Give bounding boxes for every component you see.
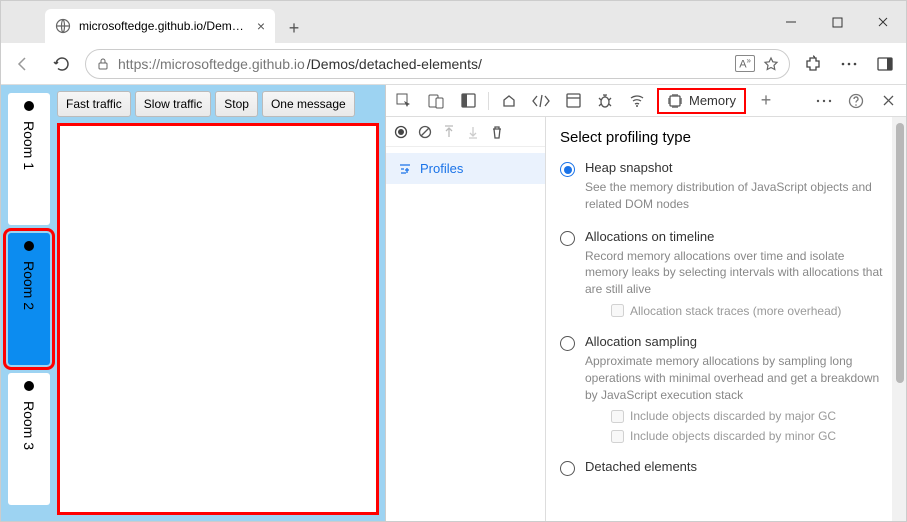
elements-icon[interactable]	[529, 89, 553, 113]
welcome-icon[interactable]	[497, 89, 521, 113]
reading-mode-icon[interactable]: A»	[735, 55, 755, 72]
scrollbar-thumb[interactable]	[896, 123, 904, 383]
status-dot	[24, 381, 34, 391]
devtools-main: Select profiling type Heap snapshot See …	[546, 117, 906, 521]
upload-icon[interactable]	[442, 125, 456, 139]
stop-button[interactable]: Stop	[215, 91, 258, 117]
timeline-checkbox[interactable]: Allocation stack traces (more overhead)	[611, 304, 888, 318]
sampling-minor-checkbox[interactable]: Include objects discarded by minor GC	[611, 429, 888, 443]
extensions-icon[interactable]	[800, 51, 826, 77]
device-icon[interactable]	[424, 89, 448, 113]
sampling-title: Allocation sampling	[585, 334, 888, 349]
back-button[interactable]	[9, 50, 37, 78]
option-heap-snapshot[interactable]: Heap snapshot See the memory distributio…	[560, 160, 888, 213]
profile-toolbar	[386, 117, 545, 147]
profiles-label: Profiles	[420, 161, 463, 176]
bug-icon[interactable]	[593, 89, 617, 113]
url-host: https://microsoftedge.github.io	[118, 56, 305, 72]
dock-icon[interactable]	[456, 89, 480, 113]
download-icon[interactable]	[466, 125, 480, 139]
close-icon[interactable]: ×	[257, 18, 265, 34]
heap-title: Heap snapshot	[585, 160, 888, 175]
devtools-panel: Memory + Profiles	[385, 85, 906, 521]
address-bar[interactable]: https://microsoftedge.github.io/Demos/de…	[85, 49, 790, 79]
traffic-toolbar: Fast traffic Slow traffic Stop One messa…	[57, 91, 379, 117]
refresh-button[interactable]	[47, 50, 75, 78]
room-label: Room 3	[21, 401, 37, 450]
one-message-button[interactable]: One message	[262, 91, 355, 117]
room-1[interactable]: Room 1	[8, 93, 50, 225]
globe-icon	[55, 18, 71, 34]
heap-desc: See the memory distribution of JavaScrip…	[585, 179, 888, 213]
timeline-desc: Record memory allocations over time and …	[585, 248, 888, 298]
address-bar-row: https://microsoftedge.github.io/Demos/de…	[1, 43, 906, 85]
memory-tab[interactable]: Memory	[657, 88, 746, 114]
help-icon[interactable]	[844, 89, 868, 113]
room-label: Room 1	[21, 121, 37, 170]
minimize-button[interactable]	[768, 1, 814, 43]
devtools-tabbar: Memory +	[386, 85, 906, 117]
room-list: Room 1 Room 2 Room 3	[1, 85, 57, 521]
scrollbar-track[interactable]	[892, 117, 906, 521]
inspect-icon[interactable]	[392, 89, 416, 113]
page-area: Room 1 Room 2 Room 3 Fast traffic Slow t…	[1, 85, 385, 521]
devtools-body: Profiles Select profiling type Heap snap…	[386, 117, 906, 521]
radio-detached[interactable]	[560, 461, 575, 476]
window-controls	[768, 1, 906, 43]
page-column: Fast traffic Slow traffic Stop One messa…	[57, 85, 385, 521]
status-dot	[24, 241, 34, 251]
favorite-icon[interactable]	[763, 56, 779, 72]
main-content: Room 1 Room 2 Room 3 Fast traffic Slow t…	[1, 85, 906, 521]
timeline-title: Allocations on timeline	[585, 229, 888, 244]
fast-traffic-button[interactable]: Fast traffic	[57, 91, 131, 117]
devtools-menu-icon[interactable]	[812, 89, 836, 113]
option-detached-elements[interactable]: Detached elements	[560, 459, 888, 478]
room-3[interactable]: Room 3	[8, 373, 50, 505]
close-window-button[interactable]	[860, 1, 906, 43]
menu-icon[interactable]	[836, 51, 862, 77]
slow-traffic-button[interactable]: Slow traffic	[135, 91, 211, 117]
app-icon[interactable]	[561, 89, 585, 113]
status-dot	[24, 101, 34, 111]
profiling-heading: Select profiling type	[560, 129, 888, 146]
delete-icon[interactable]	[490, 125, 504, 139]
sidebar-icon[interactable]	[872, 51, 898, 77]
memory-icon	[667, 93, 683, 109]
room-label: Room 2	[21, 261, 37, 310]
clear-icon[interactable]	[418, 125, 432, 139]
url-path: /Demos/detached-elements/	[307, 56, 482, 72]
option-allocation-sampling[interactable]: Allocation sampling Approximate memory a…	[560, 334, 888, 443]
radio-sampling[interactable]	[560, 336, 575, 351]
maximize-button[interactable]	[814, 1, 860, 43]
devtools-sidebar: Profiles	[386, 117, 546, 521]
record-icon[interactable]	[394, 125, 408, 139]
profiles-item[interactable]: Profiles	[386, 153, 545, 184]
radio-heap[interactable]	[560, 162, 575, 177]
radio-timeline[interactable]	[560, 231, 575, 246]
more-tabs-button[interactable]: +	[754, 89, 778, 113]
network-icon[interactable]	[625, 89, 649, 113]
window-titlebar: microsoftedge.github.io/Demos/c × +	[1, 1, 906, 43]
message-canvas	[57, 123, 379, 515]
close-devtools-icon[interactable]	[876, 89, 900, 113]
memory-tab-label: Memory	[689, 93, 736, 108]
new-tab-button[interactable]: +	[279, 13, 309, 43]
browser-tab[interactable]: microsoftedge.github.io/Demos/c ×	[45, 9, 275, 43]
room-2[interactable]: Room 2	[8, 233, 50, 365]
sampling-desc: Approximate memory allocations by sampli…	[585, 353, 888, 403]
option-allocations-timeline[interactable]: Allocations on timeline Record memory al…	[560, 229, 888, 318]
lock-icon	[96, 57, 110, 71]
tab-title: microsoftedge.github.io/Demos/c	[79, 19, 249, 33]
filter-icon	[398, 162, 412, 176]
detached-title: Detached elements	[585, 459, 697, 474]
sampling-major-checkbox[interactable]: Include objects discarded by major GC	[611, 409, 888, 423]
